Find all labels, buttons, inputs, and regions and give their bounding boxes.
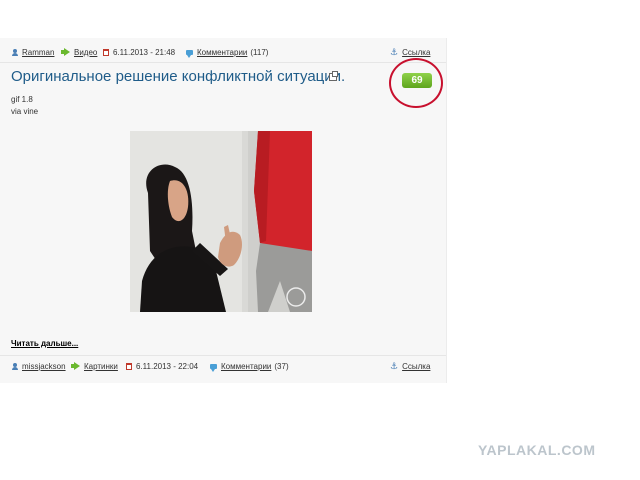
post-text-line1: gif 1.8: [11, 95, 33, 104]
permalink-block: ⚓ Ссылка: [390, 46, 430, 57]
next-author-block: missjackson: [12, 362, 66, 371]
next-comments-block: Комментарии (37): [210, 361, 289, 372]
post-meta-row: Ramman Видео 6.11.2013 - 21:48 Комментар…: [0, 45, 446, 59]
post-date: 6.11.2013 - 21:48: [113, 47, 176, 57]
comments-count: (117): [250, 47, 269, 57]
calendar-icon: [103, 48, 109, 56]
date-block: 6.11.2013 - 21:48: [103, 48, 175, 57]
arrow-icon: [71, 362, 80, 370]
permalink[interactable]: Ссылка: [402, 48, 430, 57]
next-category-link[interactable]: Картинки: [84, 362, 118, 371]
comment-icon: [186, 49, 193, 58]
photo-illustration: [130, 131, 312, 312]
next-category-block: Картинки: [71, 362, 118, 371]
next-comments-count: (37): [274, 361, 289, 371]
read-more-link[interactable]: Читать дальше...: [11, 339, 78, 348]
next-post-date: 6.11.2013 - 22:04: [136, 361, 199, 371]
author-link[interactable]: Ramman: [22, 48, 54, 57]
comments-link[interactable]: Комментарии: [197, 48, 247, 57]
next-permalink[interactable]: Ссылка: [402, 362, 430, 371]
post-image[interactable]: [130, 131, 312, 312]
calendar-icon: [126, 362, 132, 370]
next-permalink-block: ⚓ Ссылка: [390, 360, 430, 371]
anchor-icon: ⚓: [390, 46, 399, 57]
next-post-meta-row: missjackson Картинки 6.11.2013 - 22:04 К…: [0, 359, 446, 373]
user-icon: [12, 362, 18, 370]
meta-divider: [0, 62, 446, 63]
next-comments-link[interactable]: Комментарии: [221, 362, 271, 371]
next-author-link[interactable]: missjackson: [22, 362, 66, 371]
comments-block: Комментарии (117): [186, 47, 269, 58]
user-icon: [12, 48, 18, 56]
rating-badge[interactable]: 69: [402, 73, 432, 88]
next-date-block: 6.11.2013 - 22:04: [126, 362, 198, 371]
category-block: Видео: [61, 48, 97, 57]
post-title[interactable]: Оригинальное решение конфликтной ситуаци…: [11, 68, 345, 85]
anchor-icon: ⚓: [390, 360, 399, 371]
author-block: Ramman: [12, 48, 54, 57]
category-link[interactable]: Видео: [74, 48, 97, 57]
site-watermark: YAPLAKAL.COM: [478, 442, 596, 458]
post-divider: [0, 355, 446, 356]
post-text-line2: via vine: [11, 107, 39, 116]
external-window-icon[interactable]: [329, 71, 338, 81]
comment-icon: [210, 363, 217, 372]
arrow-icon: [61, 48, 70, 56]
